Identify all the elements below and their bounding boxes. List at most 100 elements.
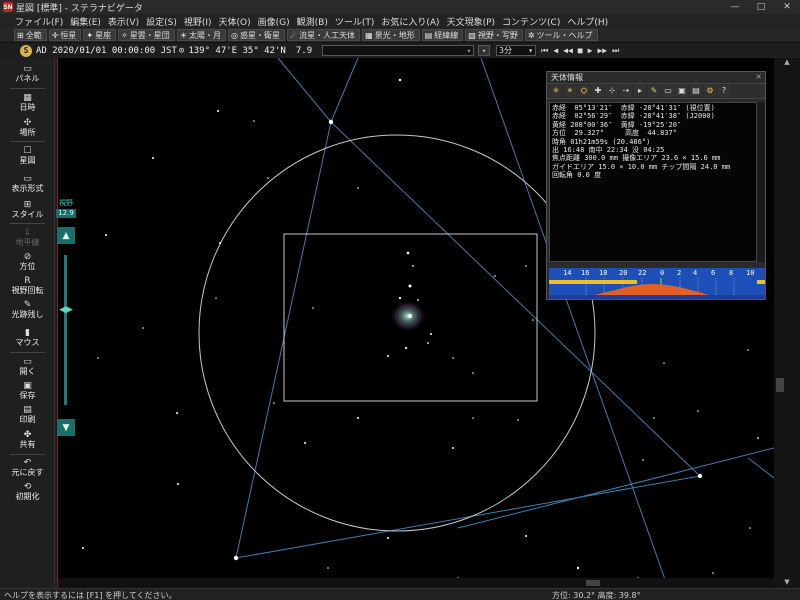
- location-display[interactable]: 139° 47'E 35° 42'N: [188, 46, 286, 56]
- menu-objects[interactable]: 天体(O): [219, 15, 251, 28]
- window-icon[interactable]: ▭: [662, 85, 674, 97]
- scroll-thumb[interactable]: [586, 580, 600, 586]
- star[interactable]: [663, 362, 665, 364]
- star[interactable]: [517, 419, 519, 421]
- play-icon[interactable]: ▶: [588, 46, 593, 55]
- star[interactable]: [176, 412, 178, 414]
- star[interactable]: [82, 547, 84, 549]
- star[interactable]: [653, 417, 655, 419]
- location-pin-icon[interactable]: ⊙: [179, 46, 184, 56]
- star[interactable]: [177, 483, 179, 485]
- save-button[interactable]: ▣ 保存: [0, 381, 55, 401]
- star-icon[interactable]: ✳: [550, 85, 562, 97]
- star[interactable]: [427, 342, 429, 344]
- scroll-up-icon[interactable]: ▲: [774, 58, 800, 68]
- info-window-header[interactable]: 天体情報 ×: [547, 72, 765, 84]
- star[interactable]: [417, 299, 419, 301]
- star[interactable]: [217, 110, 219, 112]
- fov-rotate-button[interactable]: R 視野回転: [0, 276, 55, 296]
- menu-observe[interactable]: 観測(B): [297, 15, 328, 28]
- star[interactable]: [267, 177, 269, 179]
- star[interactable]: [357, 187, 359, 189]
- star[interactable]: [387, 537, 389, 539]
- step-forward-icon[interactable]: ▶▶: [597, 46, 607, 55]
- arrow-right-icon[interactable]: ⇢: [620, 85, 632, 97]
- display-format-button[interactable]: ▭ 表示形式: [0, 174, 55, 194]
- toolbar-all-button[interactable]: ⊞ 全範: [14, 29, 47, 41]
- star[interactable]: [404, 346, 408, 350]
- direction-button[interactable]: ⊘ 方位: [0, 252, 55, 272]
- style-button[interactable]: ⊞ スタイル: [0, 200, 55, 220]
- star[interactable]: [494, 275, 496, 277]
- star[interactable]: [525, 265, 527, 267]
- toolbar-stars-button[interactable]: ✛ 恒星: [48, 29, 82, 41]
- toolbar-constellations-button[interactable]: ✦ 星座: [83, 29, 117, 41]
- vertical-scrollbar[interactable]: ▲ ▼: [774, 58, 800, 588]
- star[interactable]: [398, 296, 402, 300]
- toolbar-landscape-button[interactable]: ▦ 景光・地形: [362, 29, 420, 41]
- info-scrollbar[interactable]: [757, 102, 765, 262]
- starmap-button[interactable]: ☐ 星図: [0, 146, 55, 166]
- menu-tools[interactable]: ツール(T): [335, 15, 375, 28]
- star[interactable]: [215, 297, 217, 299]
- image-icon[interactable]: ▣: [676, 85, 688, 97]
- menu-fov[interactable]: 視野(I): [184, 15, 212, 28]
- help-icon[interactable]: ?: [718, 85, 730, 97]
- star[interactable]: [697, 473, 703, 479]
- print-button[interactable]: ▤ 印刷: [0, 405, 55, 425]
- fov-slider-track[interactable]: [64, 255, 67, 405]
- close-icon[interactable]: ×: [755, 72, 762, 81]
- crosshair-icon[interactable]: ✚: [592, 85, 604, 97]
- play-back-icon[interactable]: ◀◀: [563, 46, 573, 55]
- star[interactable]: [219, 242, 221, 244]
- search-options-button[interactable]: ▾: [478, 45, 491, 56]
- datetime-display[interactable]: AD 2020/01/01 00:00:00 JST: [36, 46, 177, 56]
- menu-view[interactable]: 表示(V): [108, 15, 139, 28]
- star[interactable]: [328, 119, 334, 125]
- menu-help[interactable]: ヘルプ(H): [567, 15, 608, 28]
- center-icon[interactable]: ⊹: [606, 85, 618, 97]
- panel-button[interactable]: ▭ パネル: [0, 64, 55, 84]
- star[interactable]: [697, 410, 699, 412]
- star[interactable]: [757, 437, 759, 439]
- close-button[interactable]: ✕: [774, 0, 800, 14]
- menu-favorites[interactable]: お気に入り(A): [381, 15, 439, 28]
- pencil-icon[interactable]: ✎: [648, 85, 660, 97]
- star-alt-icon[interactable]: ✴: [564, 85, 576, 97]
- star[interactable]: [452, 447, 454, 449]
- trails-button[interactable]: ✎ 光跡残し: [0, 300, 55, 320]
- share-button[interactable]: ✤ 共有: [0, 430, 55, 450]
- zoom-in-button[interactable]: ▲: [57, 227, 75, 244]
- star[interactable]: [273, 402, 275, 404]
- limiting-magnitude[interactable]: 7.9: [296, 46, 312, 56]
- menu-image[interactable]: 画像(G): [258, 15, 290, 28]
- toolbar-planets-button[interactable]: ◎ 惑星・衛星: [227, 29, 285, 41]
- menu-edit[interactable]: 編集(E): [70, 15, 101, 28]
- scroll-thumb[interactable]: [776, 378, 784, 392]
- stop-icon[interactable]: ■: [578, 46, 583, 55]
- star[interactable]: [749, 527, 751, 529]
- fov-slider-handle[interactable]: ◀▶: [55, 305, 77, 315]
- era-icon[interactable]: S: [20, 44, 32, 57]
- star[interactable]: [357, 417, 359, 419]
- star[interactable]: [398, 78, 402, 82]
- star[interactable]: [253, 120, 255, 122]
- toolbar-nebulae-button[interactable]: ✧ 星雲・星団: [118, 29, 175, 41]
- go-to-end-icon[interactable]: ⏭: [612, 46, 619, 56]
- star[interactable]: [747, 349, 749, 351]
- star[interactable]: [472, 417, 474, 419]
- star[interactable]: [233, 555, 239, 561]
- star[interactable]: [642, 459, 644, 461]
- datetime-button[interactable]: ▦ 日時: [0, 93, 55, 113]
- minimize-button[interactable]: —: [722, 0, 748, 14]
- star[interactable]: [327, 567, 329, 569]
- star[interactable]: [712, 572, 714, 574]
- toolbar-sun-moon-button[interactable]: ☀ 太陽・月: [176, 29, 226, 41]
- toolbar-tools-help-button[interactable]: ✲ ツール・ヘルプ: [524, 29, 598, 41]
- scroll-down-icon[interactable]: ▼: [774, 578, 800, 588]
- maximize-button[interactable]: □: [748, 0, 774, 14]
- star[interactable]: [387, 355, 389, 357]
- step-back-icon[interactable]: ◀: [553, 46, 558, 55]
- star[interactable]: [472, 372, 474, 374]
- menu-phenomena[interactable]: 天文現象(P): [447, 15, 495, 28]
